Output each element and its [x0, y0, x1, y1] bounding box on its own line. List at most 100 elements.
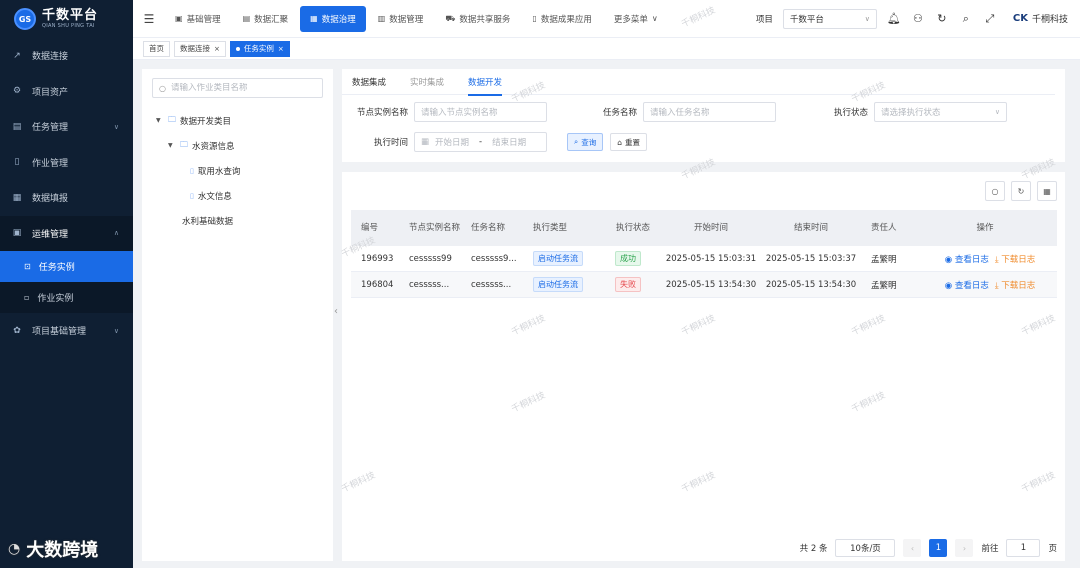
tab-data-connection[interactable]: 数据连接 × — [174, 40, 226, 57]
sidebar-item-label: 项目基础管理 — [32, 327, 87, 338]
task-name-input[interactable]: 请输入任务名称 — [643, 102, 776, 122]
tab-task-instance[interactable]: 任务实例 × — [229, 40, 290, 57]
sidebar-item-label: 数据填报 — [32, 194, 69, 205]
download-log-link[interactable]: ⤓ 下载日志 — [995, 253, 1035, 265]
brand-mark-icon: ◔ — [8, 541, 21, 557]
query-button[interactable]: ⌕ 查询 — [567, 133, 604, 151]
search-icon[interactable]: ⌕ — [959, 12, 973, 26]
sidebar-item-project-assets[interactable]: ⚙ 项目资产 — [0, 74, 133, 110]
cart-icon: ⛟ — [445, 13, 456, 23]
sidebar-item-data-fill[interactable]: ▦ 数据填报 — [0, 180, 133, 216]
sidebar-subitem-label: 作业实例 — [37, 294, 74, 304]
project-select-value: 千数平台 — [789, 14, 824, 25]
reset-button[interactable]: ⌂ 重置 — [610, 133, 647, 151]
cell-owner: 孟繁明 — [871, 280, 897, 291]
end-date: 结束日期 — [492, 138, 527, 148]
subtab-development[interactable]: 数据开发 — [468, 69, 503, 96]
tree-search[interactable]: ○ — [152, 78, 323, 98]
refresh-icon[interactable]: ↻ — [1011, 181, 1031, 201]
table-row: 196993 cesssss99 cesssss9... 启动任务流 成功 20… — [351, 246, 1057, 272]
chevron-down-icon: ∨ — [113, 122, 119, 131]
instance-icon: ▫ — [24, 293, 30, 302]
tree-node-water-query[interactable]: ▯ 取用水查询 — [142, 158, 333, 183]
logo-icon: GS — [14, 8, 36, 30]
tree-node-label: 数据开发类目 — [180, 116, 232, 127]
goto-page-input[interactable]: 1 — [1006, 539, 1041, 557]
topnav-aggregation[interactable]: ▤ 数据汇聚 — [233, 6, 299, 32]
monitor-icon: ▣ — [12, 228, 22, 239]
status-select-placeholder: 请选择执行状态 — [881, 108, 941, 118]
next-page-icon[interactable]: › — [955, 539, 974, 557]
cell-status: 失败 — [605, 277, 661, 292]
sidebar-subitem-label: 任务实例 — [38, 263, 75, 273]
logo-subtitle: QIAN SHU PING TAI — [42, 22, 95, 29]
sidebar-item-project-basic[interactable]: ✿ 项目基础管理 ∨ — [0, 313, 133, 349]
download-log-label: 下载日志 — [1001, 254, 1036, 265]
prev-page-icon[interactable]: ‹ — [903, 539, 922, 557]
topnav-label: 数据成果应用 — [540, 14, 592, 25]
collapse-arrow-icon[interactable]: ‹ — [334, 306, 338, 317]
table-header: 编号 节点实例名称 任务名称 执行类型 执行状态 开始时间 结束时间 责任人 操… — [351, 210, 1057, 246]
view-log-link[interactable]: ◉ 查看日志 — [945, 279, 989, 291]
project-select[interactable]: 千数平台 ∨ — [782, 8, 877, 29]
search-toggle-icon[interactable]: ○ — [985, 181, 1005, 201]
col-header-status: 执行状态 — [615, 223, 650, 233]
cell-end: 2025-05-15 15:03:37 — [765, 253, 857, 264]
col-header-type: 执行类型 — [533, 223, 568, 233]
view-log-link[interactable]: ◉ 查看日志 — [945, 253, 989, 265]
category-tree-panel: ○ ▼ 🗀︎ 数据开发类目 ▼ 🗀︎ 水资源信息 ▯ 取用水查询 ▯ 水文信息 … — [142, 69, 333, 561]
tree-node-root[interactable]: ▼ 🗀︎ 数据开发类目 — [142, 108, 333, 133]
topnav-data-management[interactable]: ▥ 数据管理 — [368, 6, 434, 32]
tab-label: 首页 — [149, 44, 164, 53]
bell-icon[interactable]: 🔔︎ — [887, 12, 901, 25]
sidebar-item-data-connection[interactable]: ↗ 数据连接 — [0, 38, 133, 74]
page-number-button[interactable]: 1 — [929, 539, 948, 557]
node-name-input[interactable]: 请输入节点实例名称 — [414, 102, 547, 122]
cell-node: cesssss... — [409, 279, 450, 290]
cell-actions: ◉ 查看日志 ⤓ 下载日志 — [913, 279, 1057, 291]
chevron-down-icon: ∨ — [864, 14, 870, 23]
type-tag: 启动任务流 — [533, 277, 583, 292]
close-icon[interactable]: × — [214, 45, 220, 53]
calendar-icon: ▦ — [421, 137, 430, 147]
tab-home[interactable]: 首页 — [143, 40, 170, 57]
sidebar-item-task-management[interactable]: ▤ 任务管理 ∨ — [0, 109, 133, 145]
tab-label: 数据连接 — [180, 44, 210, 53]
search-icon: ○ — [159, 83, 166, 93]
status-select[interactable]: 请选择执行状态 ∨ — [874, 102, 1007, 122]
caret-down-icon[interactable]: ▼ — [168, 142, 176, 149]
caret-down-icon[interactable]: ▼ — [156, 117, 164, 124]
topnav-basic[interactable]: ▣ 基础管理 — [165, 6, 231, 32]
tree-node-water-resources[interactable]: ▼ 🗀︎ 水资源信息 — [142, 133, 333, 158]
status-label: 执行状态 — [833, 108, 868, 118]
topnav-governance[interactable]: ▦ 数据治理 — [300, 5, 366, 32]
page-size-select[interactable]: 10条/页 — [835, 539, 896, 557]
topnav-share-service[interactable]: ⛟ 数据共享服务 — [435, 6, 520, 32]
chevron-up-icon: ∧ — [113, 229, 119, 238]
table-panel: ○ ↻ ▦ 编号 节点实例名称 任务名称 执行类型 执行状态 开始时间 结束时间… — [342, 172, 1065, 561]
topnav-results[interactable]: ▯ 数据成果应用 — [522, 6, 601, 32]
menu-toggle-icon[interactable]: ☰ — [133, 12, 165, 26]
sidebar-item-job-management[interactable]: ▯ 作业管理 — [0, 145, 133, 181]
subtab-realtime[interactable]: 实时集成 — [410, 69, 444, 95]
download-log-link[interactable]: ⤓ 下载日志 — [995, 279, 1035, 291]
date-range-picker[interactable]: ▦ 开始日期 - 结束日期 — [414, 132, 547, 152]
cell-start: 2025-05-15 15:03:31 — [665, 253, 757, 264]
sidebar-item-ops-management[interactable]: ▣ 运维管理 ∧ — [0, 215, 133, 251]
fullscreen-icon[interactable]: ⤢ — [983, 12, 997, 26]
app-logo[interactable]: GS 千数平台 QIAN SHU PING TAI — [0, 0, 133, 38]
refresh-icon[interactable]: ↻ — [935, 12, 949, 25]
user-icon[interactable]: ⚇ — [911, 12, 925, 25]
tree-search-input[interactable] — [170, 83, 311, 93]
subtab-integration[interactable]: 数据集成 — [352, 69, 386, 95]
sidebar-subitem-job-instance[interactable]: ▫ 作业实例 — [0, 282, 133, 313]
tree-node-hydrology[interactable]: ▯ 水文信息 — [142, 183, 333, 208]
topnav-more[interactable]: 更多菜单 ∨ — [604, 6, 668, 32]
sidebar-subitem-task-instance[interactable]: ⊡ 任务实例 — [0, 251, 133, 282]
status-badge: 失败 — [615, 277, 641, 292]
col-header-end: 结束时间 — [793, 223, 828, 233]
columns-grid-icon[interactable]: ▦ — [1037, 181, 1057, 201]
chart-icon: ▤ — [12, 121, 22, 132]
close-icon[interactable]: × — [278, 45, 284, 53]
tree-node-basic-data[interactable]: 水利基础数据 — [142, 208, 333, 233]
